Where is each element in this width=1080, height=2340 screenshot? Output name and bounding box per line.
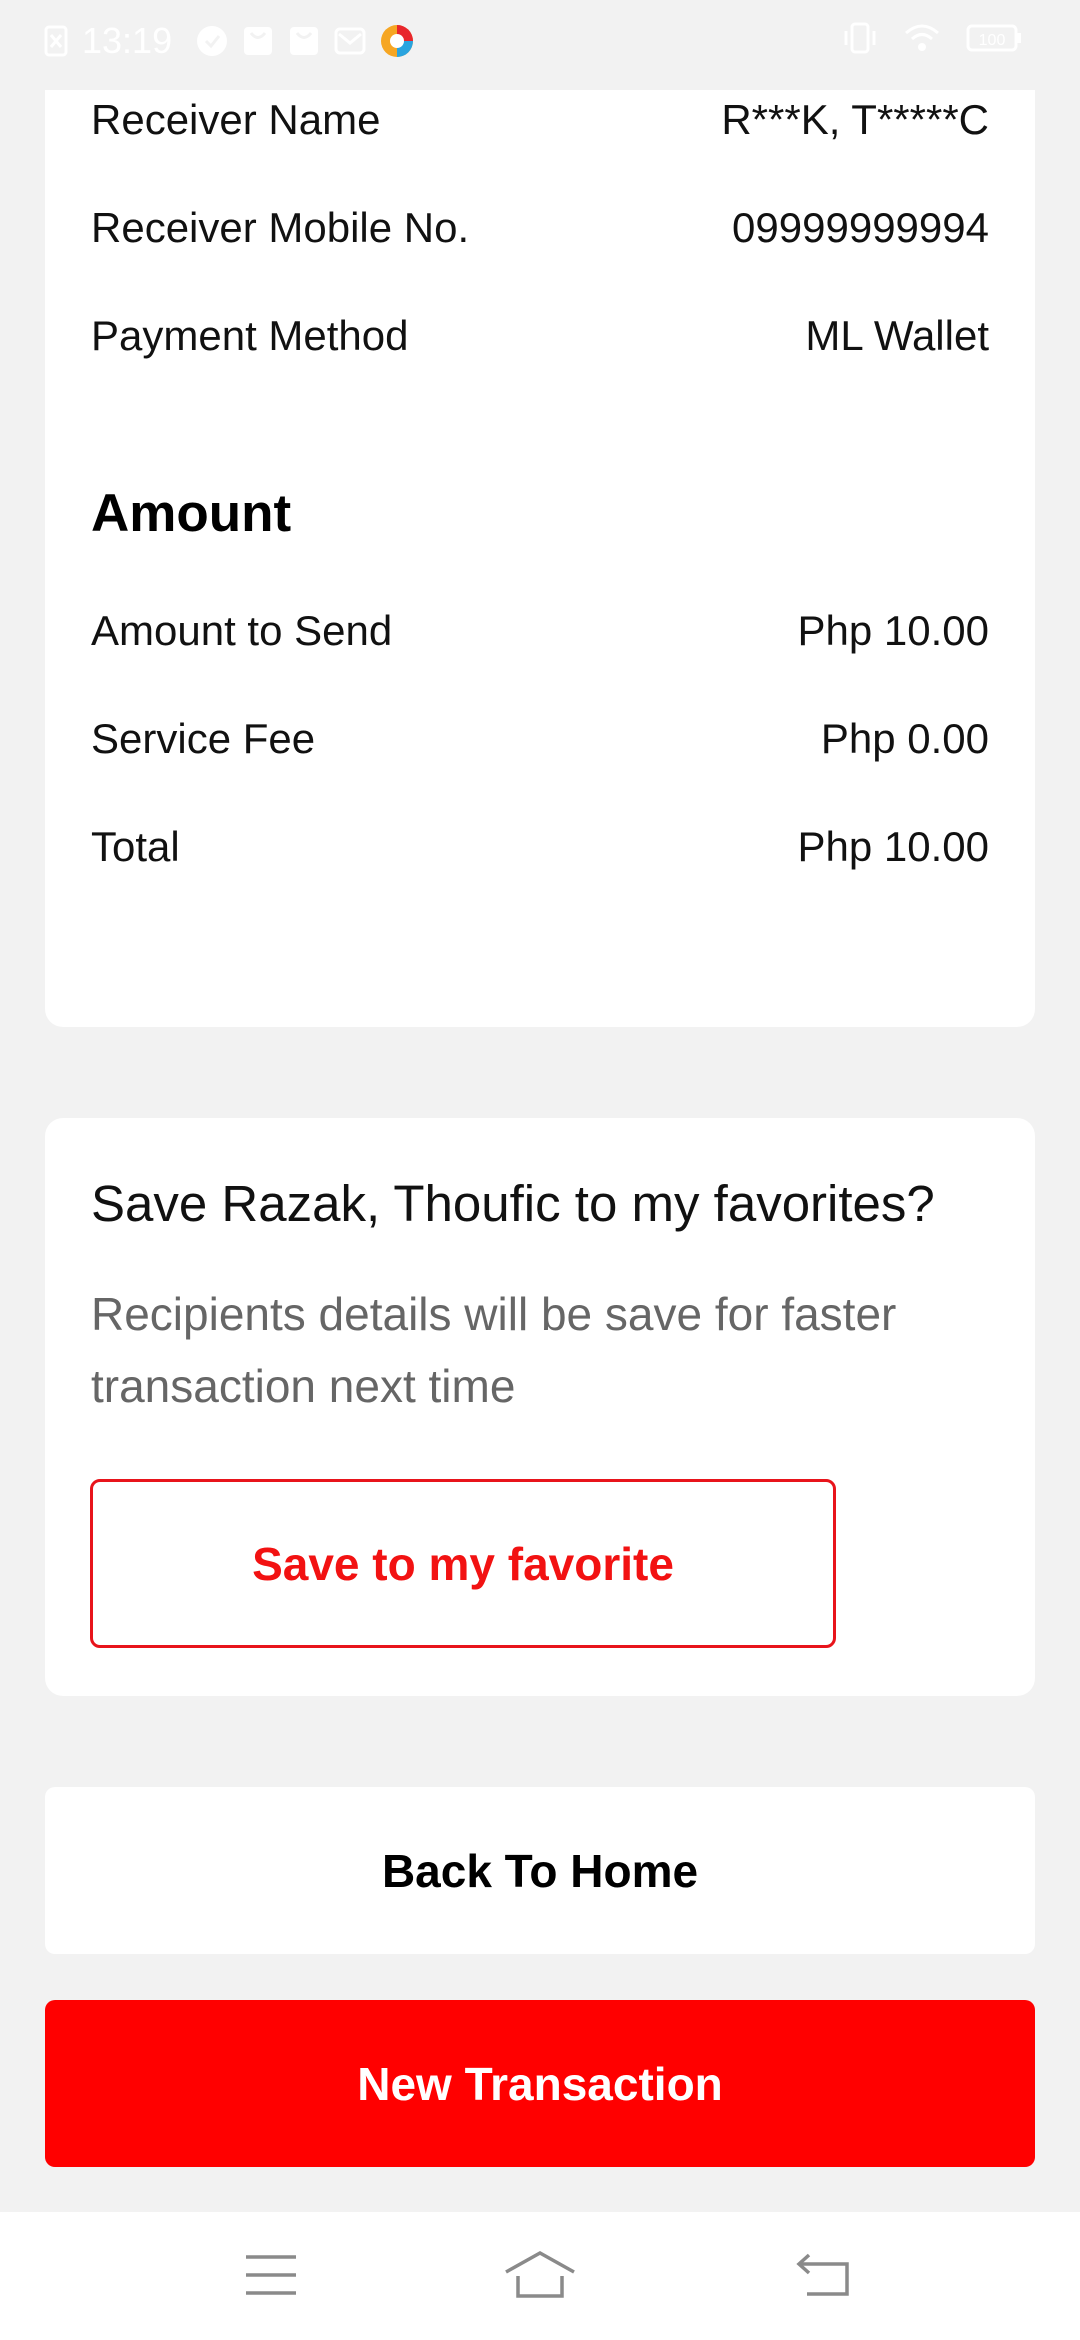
- payment-method-label: Payment Method: [91, 312, 409, 359]
- wifi-icon: [904, 23, 940, 53]
- service-fee-value: Php 0.00: [820, 715, 989, 762]
- status-bar: 13:19 100: [0, 0, 1080, 86]
- home-icon: [504, 2250, 576, 2305]
- transaction-details-card: Receiver Name R***K, T*****C Receiver Mo…: [45, 90, 1035, 1027]
- receiver-mobile-value: 09999999994: [732, 204, 989, 251]
- back-icon: [795, 2252, 853, 2303]
- favorite-title: Save Razak, Thoufic to my favorites?: [91, 1175, 935, 1232]
- new-transaction-button[interactable]: New Transaction: [45, 2000, 1035, 2167]
- payment-method-row: Payment Method ML Wallet: [91, 306, 989, 366]
- total-value: Php 10.00: [797, 823, 989, 870]
- amount-to-send-row: Amount to Send Php 10.00: [91, 601, 989, 661]
- menu-icon: [244, 2253, 298, 2302]
- save-to-favorite-button[interactable]: Save to my favorite: [90, 1479, 836, 1648]
- total-row: Total Php 10.00: [91, 817, 989, 877]
- service-fee-label: Service Fee: [91, 715, 316, 762]
- vibrate-icon: [842, 22, 878, 54]
- receiver-name-value: R***K, T*****C: [721, 96, 989, 143]
- amount-to-send-label: Amount to Send: [91, 607, 393, 654]
- status-time: 13:19: [82, 20, 173, 61]
- sim-icon: [44, 25, 68, 57]
- bag-icon: [288, 25, 320, 57]
- bag-icon: [242, 25, 274, 57]
- favorite-description: Recipients details will be save for fast…: [91, 1288, 897, 1412]
- receiver-name-label: Receiver Name: [91, 96, 381, 143]
- check-circle-icon: [196, 25, 228, 57]
- receiver-mobile-label: Receiver Mobile No.: [91, 204, 470, 251]
- amount-section-title: Amount: [91, 484, 292, 543]
- status-left: 13:19: [44, 20, 414, 62]
- nav-menu-button[interactable]: [231, 2242, 311, 2312]
- back-to-home-button[interactable]: Back To Home: [45, 1787, 1035, 1954]
- app-logo-icon: [380, 24, 414, 58]
- nav-home-button[interactable]: [500, 2242, 580, 2312]
- receiver-name-row: Receiver Name R***K, T*****C: [91, 90, 989, 150]
- receiver-mobile-row: Receiver Mobile No. 09999999994: [91, 198, 989, 258]
- battery-level: 100: [979, 32, 1006, 49]
- total-label: Total: [91, 823, 180, 870]
- service-fee-row: Service Fee Php 0.00: [91, 709, 989, 769]
- nav-back-button[interactable]: [784, 2242, 864, 2312]
- battery-icon: 100: [966, 23, 1022, 53]
- system-nav-bar: [0, 2212, 1080, 2340]
- payment-method-value: ML Wallet: [805, 312, 989, 359]
- status-right: 100: [842, 22, 1022, 54]
- save-favorite-card: Save Razak, Thoufic to my favorites? Rec…: [45, 1118, 1035, 1696]
- amount-to-send-value: Php 10.00: [797, 607, 989, 654]
- mail-icon: [334, 25, 366, 57]
